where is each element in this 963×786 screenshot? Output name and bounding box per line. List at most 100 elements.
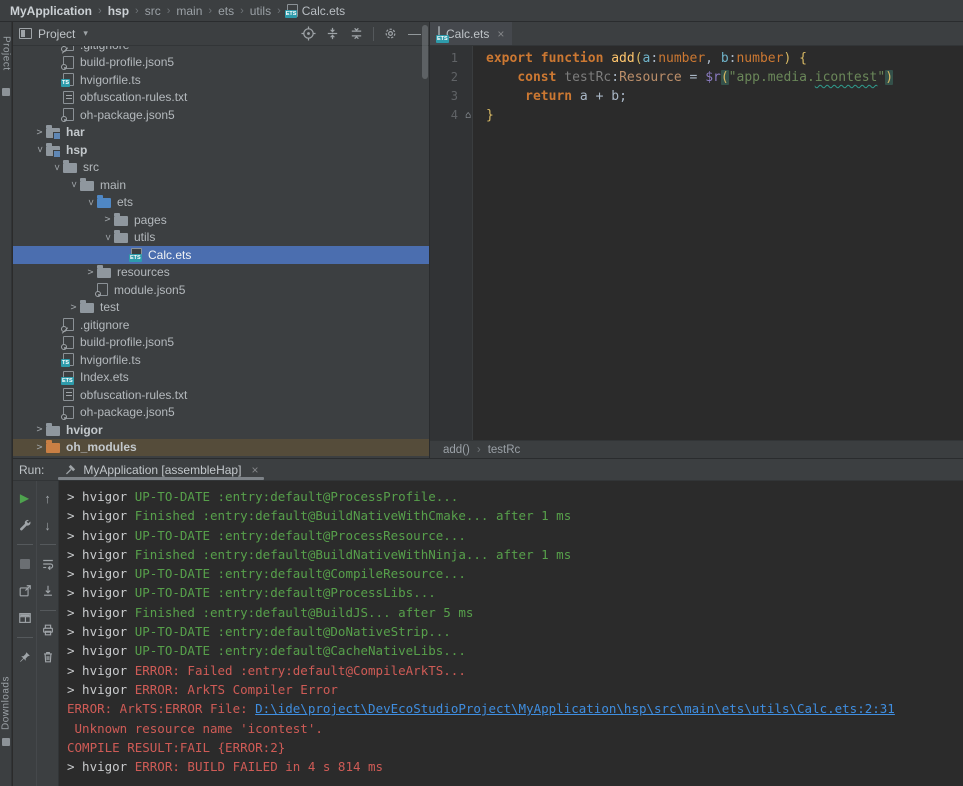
editor-breadcrumb-item[interactable]: add() bbox=[443, 444, 470, 456]
console-text: Finished :entry:default@BuildNativeWithC… bbox=[135, 508, 572, 523]
tool-stripe-project[interactable]: Project bbox=[0, 36, 12, 71]
chevron-icon[interactable]: > bbox=[34, 143, 45, 156]
tree-item-label: obfuscation-rules.txt bbox=[80, 90, 187, 104]
json5-file-icon bbox=[63, 336, 74, 349]
code-token: export function bbox=[486, 51, 603, 66]
project-view-label: Project bbox=[38, 27, 75, 41]
tree-row[interactable]: >oh-package.json5 bbox=[13, 106, 429, 124]
tree-item-label: obfuscation-rules.txt bbox=[80, 388, 187, 402]
collapse-all-icon[interactable] bbox=[348, 25, 365, 42]
expand-all-icon[interactable] bbox=[324, 25, 341, 42]
gear-badge-icon bbox=[61, 414, 67, 420]
clear-button[interactable] bbox=[39, 648, 57, 666]
chevron-icon[interactable]: > bbox=[67, 302, 80, 313]
run-button[interactable]: ▶ bbox=[16, 489, 34, 507]
project-view-selector[interactable]: Project ▾ bbox=[19, 27, 88, 41]
tree-row[interactable]: >.gitignore bbox=[13, 46, 429, 54]
chevron-icon[interactable]: > bbox=[51, 161, 62, 174]
tree-row[interactable]: >main bbox=[13, 176, 429, 194]
stop-button[interactable] bbox=[16, 555, 34, 573]
console-text: Finished :entry:default@BuildJS... after… bbox=[135, 605, 474, 620]
breadcrumb-item[interactable]: hsp bbox=[106, 4, 131, 18]
hide-icon[interactable]: — bbox=[406, 25, 423, 42]
tree-item-label: .gitignore bbox=[80, 318, 129, 332]
error-file-link[interactable]: D:\ide\project\DevEcoStudioProject\MyApp… bbox=[255, 701, 895, 716]
breadcrumb-item[interactable]: ETSCalc.ets bbox=[285, 4, 347, 18]
down-button[interactable]: ↓ bbox=[39, 516, 57, 534]
tree-row[interactable]: >test bbox=[13, 299, 429, 317]
tree-row[interactable]: >har bbox=[13, 124, 429, 142]
tree-item-label: src bbox=[83, 160, 99, 174]
tree-row[interactable]: >oh_modules bbox=[13, 439, 429, 457]
code-token: $r bbox=[705, 70, 721, 85]
chevron-down-icon: ▾ bbox=[83, 28, 88, 39]
breadcrumb-item[interactable]: MyApplication bbox=[8, 4, 94, 18]
tool-window-icon[interactable] bbox=[2, 738, 10, 746]
scroll-end-button[interactable] bbox=[39, 582, 57, 600]
tree-row[interactable]: >ETSIndex.ets bbox=[13, 369, 429, 387]
tree-row[interactable]: >obfuscation-rules.txt bbox=[13, 386, 429, 404]
run-tab-assemblehap[interactable]: MyApplication [assembleHap] × bbox=[58, 459, 264, 480]
tree-row[interactable]: >utils bbox=[13, 229, 429, 247]
code-token: add bbox=[611, 51, 634, 66]
gear-badge-icon bbox=[61, 64, 67, 70]
code-token: icontest bbox=[815, 70, 878, 85]
tree-row[interactable]: >resources bbox=[13, 264, 429, 282]
tree-row[interactable]: >build-profile.json5 bbox=[13, 334, 429, 352]
tree-scrollbar[interactable] bbox=[422, 25, 428, 79]
tree-row[interactable]: >.gitignore bbox=[13, 316, 429, 334]
console-line: > hvigor UP-TO-DATE :entry:default@Compi… bbox=[67, 564, 963, 583]
tool-stripe-downloads[interactable]: Downloads bbox=[0, 676, 12, 730]
code-text[interactable]: export function add(a:number, b:number) … bbox=[473, 46, 963, 440]
chevron-icon[interactable]: > bbox=[102, 231, 113, 244]
tree-row[interactable]: >pages bbox=[13, 211, 429, 229]
settings-icon[interactable] bbox=[382, 25, 399, 42]
tree-row[interactable]: >build-profile.json5 bbox=[13, 54, 429, 72]
pin-button[interactable] bbox=[16, 648, 34, 666]
print-button[interactable] bbox=[39, 621, 57, 639]
tree-row[interactable]: >TShvigorfile.ts bbox=[13, 71, 429, 89]
code-token bbox=[486, 70, 517, 85]
editor: ETS Calc.ets × 1234⌂ export function add… bbox=[430, 22, 963, 458]
tree-row[interactable]: >hsp bbox=[13, 141, 429, 159]
editor-breadcrumb-item[interactable]: testRc bbox=[488, 444, 521, 456]
soft-wrap-button[interactable] bbox=[39, 555, 57, 573]
code-area[interactable]: 1234⌂ export function add(a:number, b:nu… bbox=[430, 46, 963, 440]
chevron-icon[interactable]: > bbox=[84, 267, 97, 278]
export-button[interactable] bbox=[16, 582, 34, 600]
tree-row-selected[interactable]: >ETSCalc.ets bbox=[13, 246, 429, 264]
layout-button[interactable] bbox=[16, 609, 34, 627]
tool-window-icon[interactable] bbox=[2, 88, 10, 96]
breadcrumb-item[interactable]: main bbox=[174, 4, 204, 18]
breadcrumb-item[interactable]: ets bbox=[216, 4, 236, 18]
tree-row[interactable]: >TShvigorfile.ts bbox=[13, 351, 429, 369]
up-button[interactable]: ↑ bbox=[39, 489, 57, 507]
tree-row[interactable]: >obfuscation-rules.txt bbox=[13, 89, 429, 107]
breadcrumb-item[interactable]: utils bbox=[248, 4, 273, 18]
chevron-icon[interactable]: > bbox=[68, 178, 79, 191]
chevron-icon[interactable]: > bbox=[101, 214, 114, 225]
chevron-icon[interactable]: > bbox=[33, 442, 46, 453]
close-icon[interactable]: × bbox=[497, 27, 504, 41]
build-settings-button[interactable] bbox=[16, 516, 34, 534]
tree-row[interactable]: >oh-package.json5 bbox=[13, 404, 429, 422]
tree-row[interactable]: >ets bbox=[13, 194, 429, 212]
tree-row[interactable]: >module.json5 bbox=[13, 281, 429, 299]
gutter-line-number: 3 bbox=[430, 87, 472, 106]
close-icon[interactable]: × bbox=[251, 463, 258, 477]
tree-row[interactable]: > src bbox=[13, 159, 429, 177]
code-line: const testRc:Resource = $r("app.media.ic… bbox=[486, 68, 963, 87]
chevron-icon[interactable]: > bbox=[33, 424, 46, 435]
code-line: } bbox=[486, 106, 963, 125]
json5-file-icon bbox=[63, 56, 74, 69]
breadcrumb-item[interactable]: src bbox=[143, 4, 163, 18]
build-console[interactable]: > hvigor UP-TO-DATE :entry:default@Proce… bbox=[59, 481, 963, 786]
fold-marker-icon[interactable]: ⌂ bbox=[465, 106, 471, 125]
console-line: > hvigor UP-TO-DATE :entry:default@Proce… bbox=[67, 526, 963, 545]
chevron-icon[interactable]: > bbox=[33, 127, 46, 138]
tree-row[interactable]: >hvigor bbox=[13, 421, 429, 439]
editor-tab-calc-ets[interactable]: ETS Calc.ets × bbox=[430, 22, 512, 45]
chevron-icon[interactable]: > bbox=[85, 196, 96, 209]
console-line: > hvigor ERROR: ArkTS Compiler Error bbox=[67, 680, 963, 699]
locate-icon[interactable] bbox=[300, 25, 317, 42]
